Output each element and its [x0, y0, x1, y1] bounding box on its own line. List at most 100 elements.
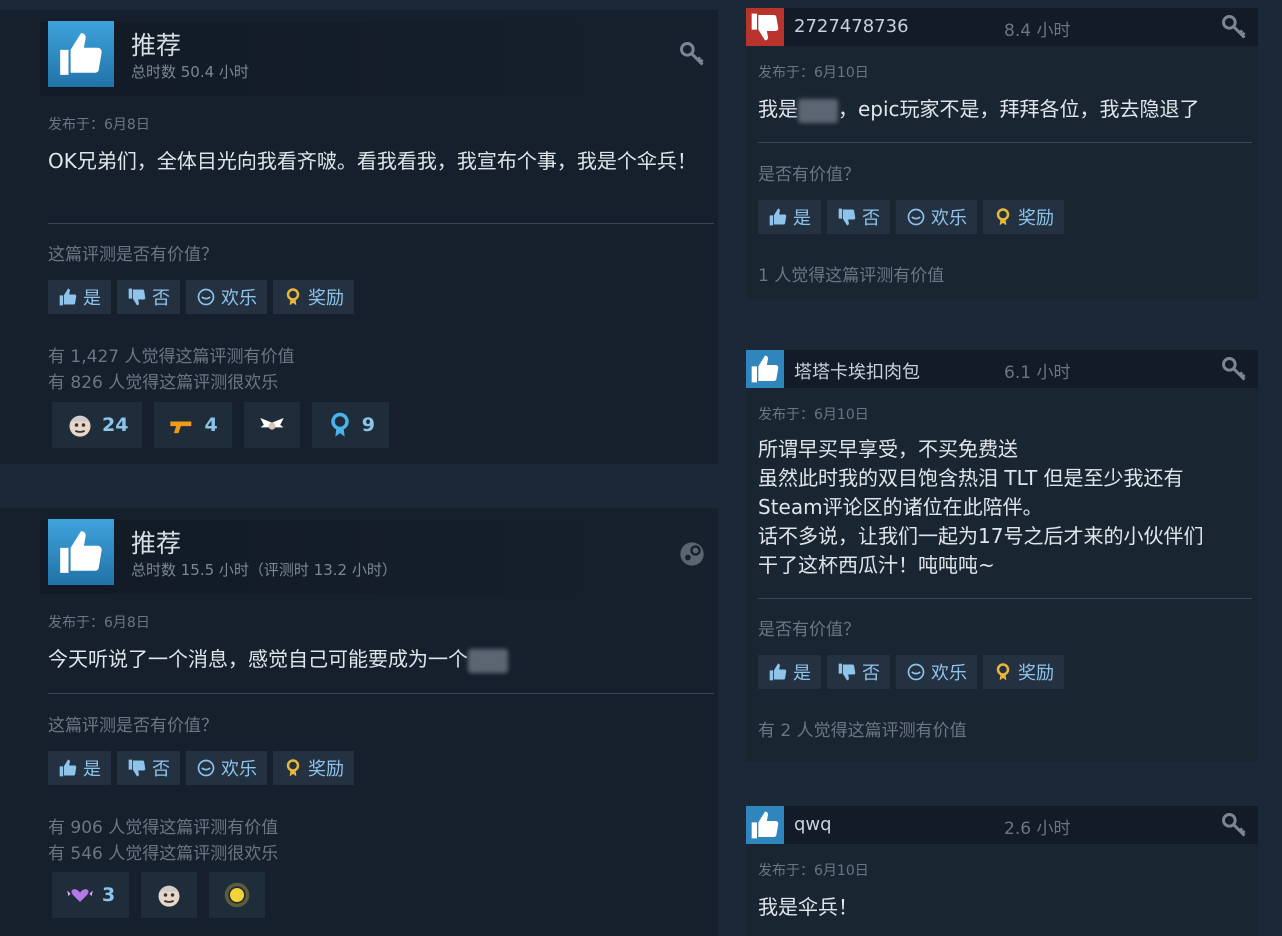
gun-icon: [170, 421, 192, 434]
yes-button[interactable]: 是: [48, 751, 111, 785]
username[interactable]: 2727478736: [794, 16, 909, 37]
helpful-question: 是否有价值？: [758, 165, 860, 185]
divider: [758, 598, 1252, 599]
heart-wings-icon: [67, 889, 93, 902]
funny-button[interactable]: 欢乐: [896, 200, 977, 234]
award-button[interactable]: 奖励: [983, 200, 1064, 234]
thumbs-down-icon: [838, 663, 856, 681]
review-text-content: 今天听说了一个消息，感觉自己可能要成为一个: [48, 647, 468, 671]
thumbs-down-icon: [128, 288, 146, 306]
award-ribbon[interactable]: 9: [311, 402, 389, 448]
post-date: 发布于：6月10日: [758, 863, 869, 879]
username[interactable]: qwq: [794, 814, 832, 835]
award-ribbon-icon: [996, 663, 1010, 681]
award-face[interactable]: 24: [52, 402, 143, 448]
review-text: 今天听说了一个消息，感觉自己可能要成为一个: [48, 645, 708, 674]
award-gun[interactable]: 4: [154, 402, 232, 448]
vote-buttons: 是 否 欢乐 奖励: [48, 751, 354, 785]
no-label: 否: [152, 759, 170, 780]
thumbs-up-icon: [751, 811, 779, 839]
thumbs-down-icon: [751, 13, 779, 41]
thumbs-up-icon: [769, 663, 787, 681]
no-label: 否: [862, 663, 880, 684]
yes-button[interactable]: 是: [758, 655, 821, 689]
award-count: 9: [361, 414, 375, 436]
award-label: 奖励: [308, 759, 344, 780]
helpful-count: 有 906 人觉得这篇评测有价值: [48, 818, 279, 838]
no-button[interactable]: 否: [827, 655, 890, 689]
helpful-count: 1 人觉得这篇评测有价值: [758, 266, 945, 286]
thumbs-up-icon: [751, 355, 779, 383]
orb-icon: [224, 882, 250, 908]
yes-button[interactable]: 是: [48, 280, 111, 314]
playtime: 总时数 15.5 小时（评测时 13.2 小时）: [131, 561, 397, 579]
award-heart-wings[interactable]: 3: [52, 872, 130, 918]
divider: [48, 693, 714, 694]
no-label: 否: [862, 208, 880, 229]
funny-button[interactable]: 欢乐: [186, 280, 267, 314]
award-count: 24: [102, 414, 129, 436]
award-face[interactable]: [141, 872, 198, 918]
wings-icon: [260, 418, 284, 430]
recommend-label: 推荐: [131, 31, 182, 60]
helpful-question: 这篇评测是否有价值？: [48, 716, 218, 736]
divider: [48, 223, 714, 224]
no-button[interactable]: 否: [117, 751, 180, 785]
award-ribbon-icon: [996, 208, 1010, 226]
blurred-text: [798, 98, 838, 123]
smiley-icon: [907, 663, 925, 681]
yes-label: 是: [793, 663, 811, 684]
funny-count: 有 826 人觉得这篇评测很欢乐: [48, 373, 279, 393]
yes-label: 是: [793, 208, 811, 229]
comment-text: 所谓早买早享受，不买免费送 虽然此时我的双目饱含热泪 TLT 但是至少我还有 S…: [758, 435, 1254, 580]
award-button[interactable]: 奖励: [273, 751, 354, 785]
award-button[interactable]: 奖励: [273, 280, 354, 314]
key-icon: [1222, 357, 1246, 381]
award-button[interactable]: 奖励: [983, 655, 1064, 689]
award-label: 奖励: [1018, 208, 1054, 229]
playtime: 8.4 小时: [1004, 21, 1071, 41]
comment-text-after: ，epic玩家不是，拜拜各位，我去隐退了: [838, 97, 1200, 121]
comment-card-3: qwq 2.6 小时 发布于：6月10日 我是伞兵！: [746, 806, 1258, 936]
comment-text: 我是伞兵！: [758, 895, 858, 919]
yes-button[interactable]: 是: [758, 200, 821, 234]
thumbs-up-icon: [59, 288, 77, 306]
thumbs-up-badge: [746, 806, 784, 844]
helpful-count: 有 2 人觉得这篇评测有价值: [758, 721, 967, 741]
no-button[interactable]: 否: [117, 280, 180, 314]
funny-label: 欢乐: [931, 208, 967, 229]
funny-count: 有 546 人觉得这篇评测很欢乐: [48, 844, 279, 864]
funny-label: 欢乐: [221, 288, 257, 309]
award-orb[interactable]: [209, 872, 266, 918]
awards-row: 3: [52, 872, 266, 918]
playtime: 2.6 小时: [1004, 819, 1071, 839]
award-count: 3: [102, 884, 116, 906]
funny-button[interactable]: 欢乐: [896, 655, 977, 689]
ribbon-icon: [330, 412, 349, 437]
key-icon: [680, 42, 704, 66]
smiley-icon: [907, 208, 925, 226]
award-ribbon-icon: [286, 759, 300, 777]
comment-line: 干了这杯西瓜汁！吨吨吨~: [758, 553, 995, 577]
award-label: 奖励: [308, 288, 344, 309]
steam-icon: [680, 542, 704, 566]
playtime: 6.1 小时: [1004, 363, 1071, 383]
post-date: 发布于：6月8日: [48, 117, 150, 133]
award-wings[interactable]: [243, 402, 300, 448]
funny-button[interactable]: 欢乐: [186, 751, 267, 785]
smiley-icon: [197, 288, 215, 306]
post-date: 发布于：6月8日: [48, 615, 150, 631]
thumbs-up-icon: [48, 21, 114, 87]
comment-line: 话不多说，让我们一起为17号之后才来的小伙伴们: [758, 524, 1204, 548]
comment-text: 我是 ，epic玩家不是，拜拜各位，我去隐退了: [758, 95, 1200, 124]
thumbs-up-badge: [746, 350, 784, 388]
blurred-text: [468, 648, 508, 673]
recommend-label: 推荐: [131, 529, 182, 558]
comment-line: 虽然此时我的双目饱含热泪 TLT 但是至少我还有: [758, 466, 1184, 490]
thumbs-down-icon: [838, 208, 856, 226]
username[interactable]: 塔塔卡埃扣肉包: [794, 358, 920, 384]
no-button[interactable]: 否: [827, 200, 890, 234]
award-ribbon-icon: [286, 288, 300, 306]
thumbs-down-badge: [746, 8, 784, 46]
awards-row: 24 4 9: [52, 402, 389, 448]
